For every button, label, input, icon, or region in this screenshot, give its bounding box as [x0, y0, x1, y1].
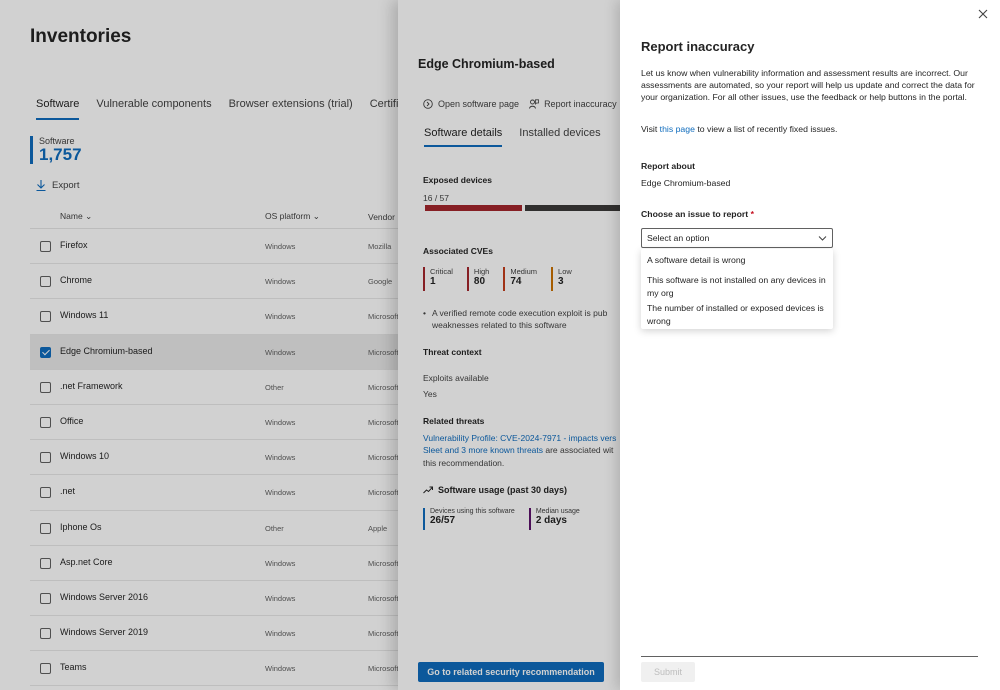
- fixed-issues-link[interactable]: this page: [660, 124, 695, 134]
- visit-line: Visit this page to view a list of recent…: [641, 124, 838, 134]
- option-detail-wrong[interactable]: A software detail is wrong: [647, 254, 827, 267]
- chevron-down-icon: [818, 236, 827, 241]
- required-mark: *: [750, 209, 754, 219]
- footer-divider: [641, 656, 978, 657]
- option-not-installed[interactable]: This software is not installed on any de…: [647, 274, 827, 299]
- close-icon[interactable]: [977, 8, 989, 20]
- report-about-label: Report about: [641, 161, 696, 171]
- report-inaccuracy-dialog: Report inaccuracy Let us know when vulne…: [620, 0, 1000, 690]
- issue-select[interactable]: Select an option: [641, 228, 833, 248]
- issue-select-value: Select an option: [647, 233, 710, 243]
- modal-overlay[interactable]: [0, 0, 620, 690]
- submit-button[interactable]: Submit: [641, 662, 695, 682]
- issue-label: Choose an issue to report *: [641, 209, 754, 219]
- dialog-description: Let us know when vulnerability informati…: [641, 68, 975, 103]
- dialog-title: Report inaccuracy: [641, 39, 755, 54]
- issue-dropdown: A software detail is wrong This software…: [641, 249, 833, 329]
- report-about-value: Edge Chromium-based: [641, 178, 731, 188]
- option-device-count-wrong[interactable]: The number of installed or exposed devic…: [647, 302, 827, 327]
